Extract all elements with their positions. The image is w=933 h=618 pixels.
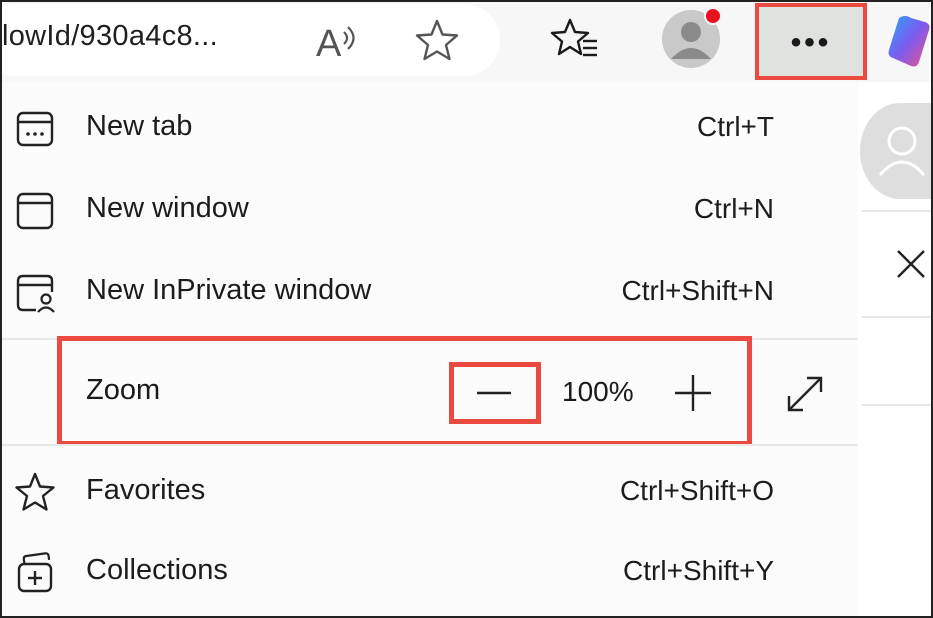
menu-item-new-window[interactable]: New window Ctrl+N bbox=[0, 170, 858, 250]
star-icon[interactable] bbox=[414, 18, 460, 62]
zoom-label: Zoom bbox=[86, 374, 161, 406]
menu-item-collections[interactable]: Collections Ctrl+Shift+Y bbox=[0, 532, 858, 612]
menu-item-new-inprivate-window[interactable]: New InPrivate window Ctrl+Shift+N bbox=[0, 252, 858, 332]
menu-item-favorites[interactable]: Favorites Ctrl+Shift+O bbox=[0, 452, 858, 532]
browser-toolbar: lowId/930a4c8... A ••• bbox=[0, 0, 933, 82]
menu-item-shortcut: Ctrl+Shift+N bbox=[621, 275, 775, 306]
new-window-icon bbox=[16, 192, 54, 230]
menu-item-label: Collections bbox=[86, 554, 228, 586]
svg-text:A: A bbox=[316, 23, 342, 62]
close-icon[interactable] bbox=[896, 248, 926, 280]
notification-dot bbox=[704, 7, 722, 25]
menu-item-shortcut: Ctrl+Shift+Y bbox=[623, 555, 774, 586]
menu-item-shortcut: Ctrl+T bbox=[697, 111, 774, 142]
menu-item-new-tab[interactable]: New tab Ctrl+T bbox=[0, 88, 858, 168]
zoom-highlight-box bbox=[57, 336, 752, 446]
star-icon bbox=[15, 472, 55, 511]
fullscreen-icon[interactable] bbox=[783, 372, 827, 416]
menu-item-label: Favorites bbox=[86, 474, 206, 506]
read-aloud-icon[interactable]: A bbox=[314, 18, 360, 62]
menu-divider bbox=[0, 444, 858, 446]
menu-item-label: New InPrivate window bbox=[86, 274, 372, 306]
zoom-value: 100% bbox=[562, 376, 634, 407]
collections-icon bbox=[17, 552, 53, 593]
inprivate-window-icon bbox=[16, 274, 55, 313]
copilot-icon[interactable] bbox=[885, 12, 933, 68]
zoom-out-button[interactable] bbox=[449, 362, 541, 424]
menu-item-shortcut: Ctrl+N bbox=[693, 193, 774, 224]
address-bar-url[interactable]: lowId/930a4c8... bbox=[2, 20, 218, 53]
side-divider bbox=[862, 316, 933, 318]
more-options-icon: ••• bbox=[790, 26, 832, 59]
menu-item-shortcut: Ctrl+Shift+O bbox=[619, 475, 774, 506]
favorites-list-icon[interactable] bbox=[550, 16, 600, 62]
menu-item-label: New tab bbox=[86, 110, 193, 142]
side-divider bbox=[862, 210, 933, 212]
side-divider bbox=[862, 404, 933, 406]
more-options-button[interactable]: ••• bbox=[755, 3, 867, 80]
new-tab-icon bbox=[16, 111, 54, 147]
menu-item-label: New window bbox=[86, 192, 249, 224]
zoom-in-button[interactable] bbox=[672, 372, 714, 414]
